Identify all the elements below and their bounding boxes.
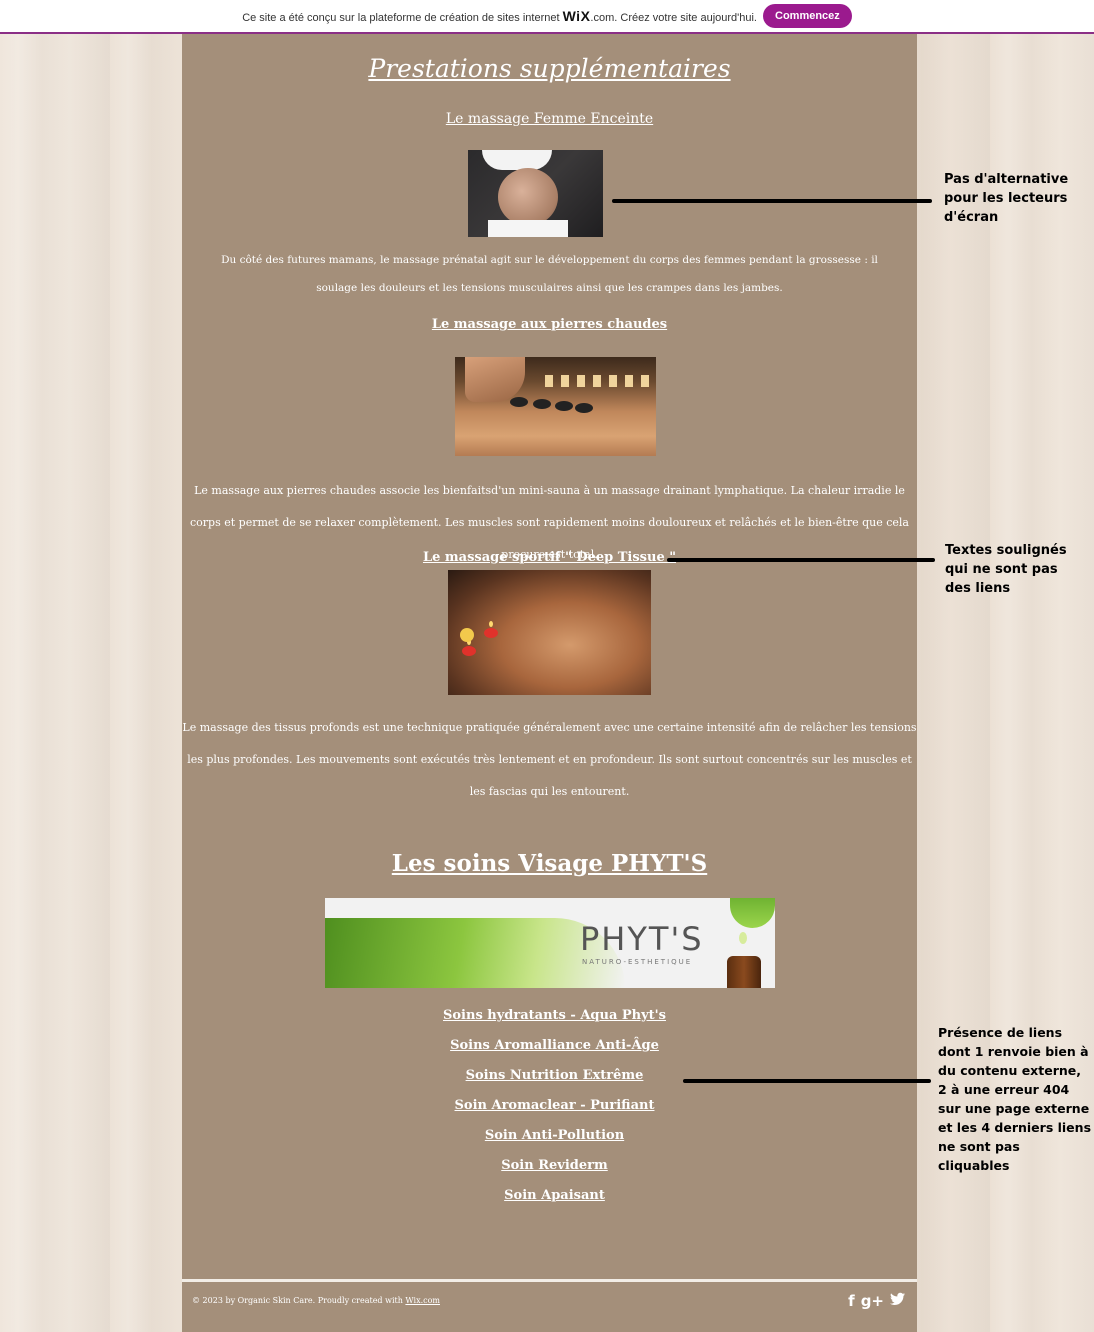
wix-banner-text-before: Ce site a été conçu sur la plateforme de… xyxy=(242,12,560,24)
soin-link-reviderm[interactable]: Soin Reviderm xyxy=(182,1158,927,1173)
footer-copyright-text: © 2023 by Organic Skin Care. Proudly cre… xyxy=(192,1296,406,1305)
phyts-banner-image: PHYT'S NATURO-ESTHETIQUE xyxy=(325,898,775,988)
soin-link-aromaclear[interactable]: Soin Aromaclear - Purifiant xyxy=(182,1098,927,1113)
footer: © 2023 by Organic Skin Care. Proudly cre… xyxy=(182,1282,917,1332)
phyts-logo: PHYT'S xyxy=(580,920,704,958)
hot-stones-image xyxy=(455,357,656,456)
wix-footer-link[interactable]: Wix.com xyxy=(405,1296,440,1305)
wix-banner-text: Ce site a été conçu sur la plateforme de… xyxy=(242,8,757,24)
deep-tissue-massage-image xyxy=(448,570,651,695)
social-icons: f g+ xyxy=(848,1292,905,1310)
soin-link-apaisant[interactable]: Soin Apaisant xyxy=(182,1188,927,1203)
twitter-icon[interactable] xyxy=(890,1292,905,1310)
massage-description-deep-tissue: Le massage des tissus profonds est une t… xyxy=(182,721,917,798)
facebook-icon[interactable]: f xyxy=(848,1292,855,1310)
wix-banner-text-after: .com. Créez votre site aujourd'hui. xyxy=(590,12,757,24)
annotation-arrow-1 xyxy=(612,199,932,203)
visage-section-title: Les soins Visage PHYT'S xyxy=(391,850,708,877)
soin-link-anti-pollution[interactable]: Soin Anti-Pollution xyxy=(182,1128,927,1143)
main-content-column: Prestations supplémentaires Le massage F… xyxy=(182,34,917,1280)
commencez-button[interactable]: Commencez xyxy=(763,4,852,28)
page-title: Prestations supplémentaires xyxy=(368,54,731,83)
soin-link-aromalliance[interactable]: Soins Aromalliance Anti-Âge xyxy=(182,1038,927,1053)
pregnant-woman-image xyxy=(468,150,603,237)
footer-copyright: © 2023 by Organic Skin Care. Proudly cre… xyxy=(192,1296,440,1305)
massage-title-pierres-chaudes: Le massage aux pierres chaudes xyxy=(431,317,668,332)
annotation-3: Présence de liens dont 1 renvoie bien à … xyxy=(938,1025,1092,1173)
massage-title-femme-enceinte: Le massage Femme Enceinte xyxy=(445,111,654,127)
annotation-arrow-3 xyxy=(683,1079,931,1083)
wix-logo[interactable]: WiX xyxy=(563,8,591,24)
annotation-arrow-2 xyxy=(667,558,935,562)
annotation-2: Textes soulignés qui ne sont pas des lie… xyxy=(945,543,1067,596)
phyts-logo-tagline: NATURO-ESTHETIQUE xyxy=(582,958,693,966)
wix-banner: Ce site a été conçu sur la plateforme de… xyxy=(0,0,1094,34)
annotation-1: Pas d'alternative pour les lecteurs d'éc… xyxy=(944,172,1069,225)
google-plus-icon[interactable]: g+ xyxy=(861,1292,884,1310)
massage-description-femme-enceinte: Du côté des futures mamans, le massage p… xyxy=(221,254,878,294)
soin-link-aqua-phyts[interactable]: Soins hydratants - Aqua Phyt's xyxy=(182,1008,927,1023)
